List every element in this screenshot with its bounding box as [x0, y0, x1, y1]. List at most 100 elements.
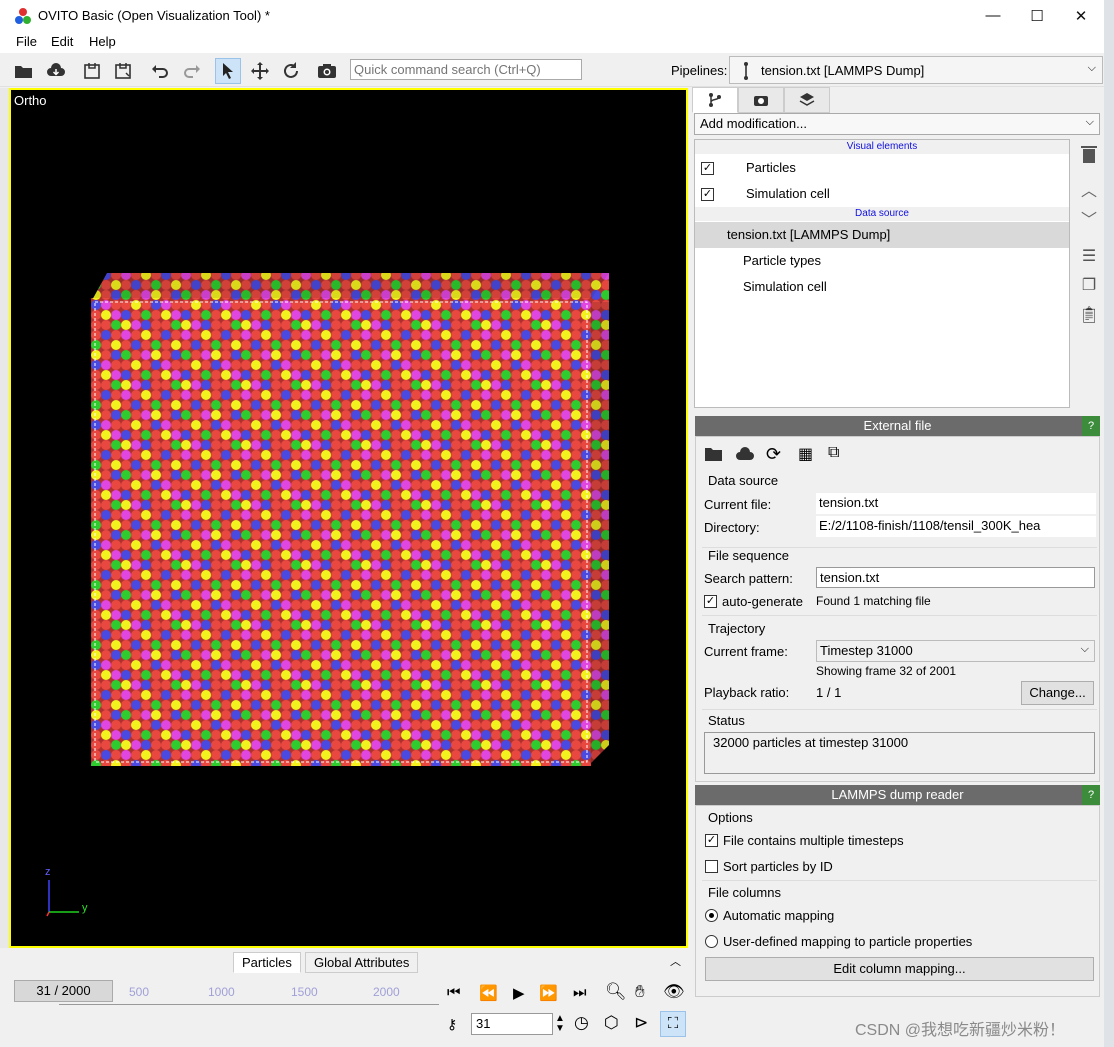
time-slider-handle[interactable]: 31 / 2000: [14, 980, 113, 1002]
directory-label: Directory:: [704, 520, 760, 535]
frame-spinner-input[interactable]: 31: [471, 1013, 553, 1035]
status-text-box: 32000 particles at timestep 31000: [704, 732, 1095, 774]
external-file-header: External file ?: [695, 416, 1100, 436]
menu-edit[interactable]: Edit: [51, 34, 73, 49]
sort-particles-checkbox[interactable]: [705, 860, 718, 873]
orbit-eye-icon[interactable]: 👁︎: [663, 982, 685, 1002]
step-back-icon[interactable]: ⏪: [479, 984, 498, 1002]
zoom-icon[interactable]: 🔍︎: [605, 982, 627, 1002]
undo-icon[interactable]: [147, 58, 173, 84]
pipeline-tab-icon[interactable]: [692, 87, 738, 113]
data-source-group: Data source Current file: tension.txt Di…: [702, 473, 1100, 541]
axis-y-label: y: [82, 902, 88, 914]
toolbar: Pipelines: tension.txt [LAMMPS Dump] ⌵: [0, 53, 1104, 87]
move-mode-icon[interactable]: [247, 58, 273, 84]
view-cube-icon[interactable]: ⬡: [604, 1013, 619, 1033]
reload-icon[interactable]: ⟳: [766, 444, 781, 465]
step-forward-icon[interactable]: ⏩: [539, 984, 558, 1002]
maximize-button[interactable]: ☐: [1014, 0, 1060, 31]
help-button[interactable]: ?: [1082, 785, 1100, 805]
overlays-tab-layers-icon[interactable]: [784, 87, 830, 113]
current-frame-dropdown[interactable]: Timestep 31000 ⌵: [816, 640, 1095, 662]
pipeline-selector[interactable]: tension.txt [LAMMPS Dump] ⌵: [729, 56, 1103, 84]
list-item-simulation-cell[interactable]: Simulation cell: [695, 274, 1069, 300]
viewport-ortho[interactable]: Ortho z y: [9, 88, 688, 948]
move-down-chevron-icon[interactable]: ﹀: [1078, 207, 1100, 229]
save-session-icon[interactable]: [79, 58, 105, 84]
command-panel-tabs: [692, 87, 1104, 113]
redo-icon[interactable]: [179, 58, 205, 84]
time-slider[interactable]: 31 / 2000 500 1000 1500 2000: [9, 978, 441, 1020]
user-mapping-radio[interactable]: [705, 935, 718, 948]
group-title: Options: [708, 810, 753, 825]
list-item-label: tension.txt [LAMMPS Dump]: [727, 227, 891, 242]
list-item-particles-visual[interactable]: ✓ Particles: [695, 155, 1069, 181]
spinner-arrows-icon[interactable]: ▲ ▼: [555, 1014, 565, 1034]
pipeline-icon: [744, 62, 748, 80]
close-button[interactable]: ✕: [1058, 0, 1104, 31]
goto-end-icon[interactable]: ⏭: [573, 984, 587, 1001]
lammps-reader-title: LAMMPS dump reader: [831, 787, 964, 802]
clipboard-icon[interactable]: 📋︎: [1078, 304, 1100, 326]
delete-trash-icon[interactable]: [1078, 143, 1100, 165]
chevron-up-icon[interactable]: ︿: [670, 953, 681, 969]
list-menu-icon[interactable]: ☰: [1078, 245, 1100, 267]
tab-global-attributes[interactable]: Global Attributes: [305, 952, 419, 973]
automatic-mapping-radio[interactable]: [705, 909, 718, 922]
menu-file[interactable]: File: [16, 34, 37, 49]
group-title: Status: [708, 713, 745, 728]
user-mapping-label: User-defined mapping to particle propert…: [723, 934, 973, 949]
edit-column-mapping-button[interactable]: Edit column mapping...: [705, 957, 1094, 981]
chevron-down-icon: ⌵: [1087, 62, 1096, 74]
render-tab-camera-icon[interactable]: [738, 87, 784, 113]
list-item-cell-visual[interactable]: ✓ Simulation cell: [695, 181, 1069, 207]
list-item-label: Simulation cell: [743, 279, 827, 294]
pick-remote-cloud-icon[interactable]: [735, 446, 755, 465]
update-trajectory-icon[interactable]: ▦: [798, 444, 813, 464]
change-playback-button[interactable]: Change...: [1021, 681, 1094, 705]
tab-particles[interactable]: Particles: [233, 952, 301, 973]
move-up-chevron-icon[interactable]: ︿: [1078, 178, 1100, 200]
chevron-down-icon: ⌵: [1080, 643, 1089, 655]
pick-file-folder-icon[interactable]: [704, 445, 724, 468]
play-icon[interactable]: ▶: [513, 984, 525, 1002]
add-modification-dropdown[interactable]: Add modification... ⌵: [694, 113, 1100, 135]
load-all-frames-icon[interactable]: ⧉: [828, 444, 839, 462]
search-pattern-input[interactable]: tension.txt: [816, 567, 1095, 588]
particles-visual-checkbox[interactable]: ✓: [701, 162, 714, 175]
goto-start-icon[interactable]: ⏮: [447, 984, 461, 1001]
minimize-button[interactable]: —: [970, 0, 1016, 31]
help-button[interactable]: ?: [1082, 416, 1100, 436]
group-title: File sequence: [708, 548, 789, 563]
rotate-mode-icon[interactable]: [278, 58, 304, 84]
external-file-title: External file: [863, 418, 932, 433]
save-session-as-icon[interactable]: [110, 58, 136, 84]
group-title: Data source: [708, 473, 779, 488]
multiple-timesteps-checkbox[interactable]: ✓: [705, 834, 718, 847]
copy-icon[interactable]: ❐: [1078, 274, 1100, 296]
command-search-input[interactable]: [350, 59, 582, 80]
fov-icon[interactable]: ⊳: [634, 1013, 648, 1033]
auto-generate-label: auto-generate: [722, 594, 803, 609]
menu-help[interactable]: Help: [89, 34, 116, 49]
cloud-download-icon[interactable]: [43, 58, 69, 84]
group-title: Trajectory: [708, 621, 766, 636]
current-file-label: Current file:: [704, 497, 772, 512]
animation-settings-clock-icon[interactable]: ◷: [574, 1013, 589, 1033]
list-item-label: Particle types: [743, 253, 822, 268]
data-source-header: Data source: [695, 207, 1069, 221]
list-item-data-source[interactable]: tension.txt [LAMMPS Dump]: [695, 222, 1069, 248]
selection-mode-icon[interactable]: [215, 58, 241, 84]
background-window-strip-left: [0, 88, 9, 948]
external-file-panel: ⟳ ▦ ⧉ Data source Current file: tension.…: [695, 436, 1100, 782]
open-folder-icon[interactable]: [11, 58, 37, 84]
watermark: CSDN @我想吃新疆炒米粉！: [855, 1022, 1066, 1039]
zoom-all-icon[interactable]: ⛶: [660, 1011, 686, 1037]
command-panel: Add modification... ⌵ Visual elements ✓ …: [692, 87, 1104, 1017]
cell-visual-checkbox[interactable]: ✓: [701, 188, 714, 201]
pan-hand-icon[interactable]: ✋︎: [635, 982, 645, 1002]
auto-generate-checkbox[interactable]: ✓: [704, 595, 717, 608]
visual-elements-header: Visual elements: [695, 140, 1069, 154]
render-camera-icon[interactable]: [314, 58, 340, 84]
list-item-particle-types[interactable]: Particle types: [695, 248, 1069, 274]
